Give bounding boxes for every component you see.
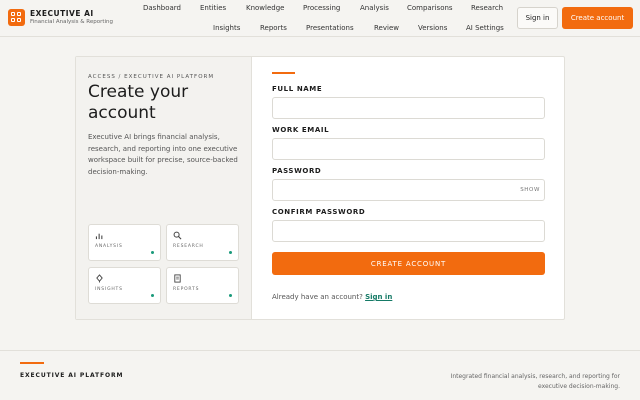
feature-tile-insights: INSIGHTS — [88, 267, 161, 304]
nav-dashboard[interactable]: Dashboard — [143, 4, 181, 12]
tile-label: INSIGHTS — [95, 287, 123, 292]
nav-research[interactable]: Research — [471, 4, 503, 12]
sign-in-prompt: Already have an account? Sign in — [272, 293, 392, 301]
lightbulb-icon — [96, 274, 103, 283]
status-dot — [151, 294, 154, 297]
intro-panel: ACCESS / EXECUTIVE AI PLATFORM Create yo… — [76, 57, 252, 319]
feature-tile-analysis: ANALYSIS — [88, 224, 161, 261]
nav-entities[interactable]: Entities — [200, 4, 226, 12]
logo-icon[interactable] — [8, 9, 25, 26]
document-icon — [174, 274, 181, 283]
search-icon — [173, 231, 182, 240]
footer-name: EXECUTIVE AI PLATFORM — [20, 372, 124, 379]
status-dot — [229, 294, 232, 297]
work-email-field[interactable] — [272, 138, 545, 160]
footer-accent-bar — [20, 362, 44, 364]
footer: EXECUTIVE AI PLATFORM Integrated financi… — [0, 350, 640, 400]
nav-presentations[interactable]: Presentations — [306, 24, 354, 32]
feature-tile-research: RESEARCH — [166, 224, 239, 261]
status-dot — [151, 251, 154, 254]
brand-subtitle: Financial Analysis & Reporting — [30, 19, 114, 25]
nav-knowledge[interactable]: Knowledge — [246, 4, 284, 12]
nav-insights[interactable]: Insights — [213, 24, 240, 32]
nav-comparisons[interactable]: Comparisons — [407, 4, 453, 12]
signup-card: ACCESS / EXECUTIVE AI PLATFORM Create yo… — [75, 56, 565, 320]
already-text: Already have an account? — [272, 293, 363, 301]
nav-ai-settings[interactable]: AI Settings — [466, 24, 504, 32]
nav-review[interactable]: Review — [374, 24, 399, 32]
page-title: Create your account — [88, 82, 189, 123]
create-account-button[interactable]: CREATE ACCOUNT — [272, 252, 545, 275]
full-name-field[interactable] — [272, 97, 545, 119]
top-header: EXECUTIVE AI Financial Analysis & Report… — [0, 0, 640, 37]
confirm-password-label: CONFIRM PASSWORD — [272, 208, 366, 216]
confirm-password-field[interactable] — [272, 220, 545, 242]
footer-tagline: Integrated financial analysis, research,… — [450, 373, 620, 390]
intro-description: Executive AI brings financial analysis, … — [88, 133, 238, 176]
eyebrow: ACCESS / EXECUTIVE AI PLATFORM — [88, 74, 215, 80]
password-label: PASSWORD — [272, 167, 322, 175]
bar-chart-icon — [95, 233, 103, 240]
header-create-account-button[interactable]: Create account — [562, 7, 633, 29]
brand-name: EXECUTIVE AI — [30, 9, 94, 18]
tile-label: ANALYSIS — [95, 244, 123, 249]
status-dot — [229, 251, 232, 254]
nav-reports[interactable]: Reports — [260, 24, 287, 32]
nav-versions[interactable]: Versions — [418, 24, 447, 32]
full-name-label: FULL NAME — [272, 85, 323, 93]
tile-label: RESEARCH — [173, 244, 204, 249]
nav-analysis[interactable]: Analysis — [360, 4, 389, 12]
header-sign-in-button[interactable]: Sign in — [517, 7, 558, 29]
show-password-button[interactable]: SHOW — [520, 187, 540, 193]
form-accent-bar — [272, 72, 295, 74]
sign-in-link[interactable]: Sign in — [365, 293, 392, 301]
work-email-label: WORK EMAIL — [272, 126, 330, 134]
nav-processing[interactable]: Processing — [303, 4, 340, 12]
feature-tile-reports: REPORTS — [166, 267, 239, 304]
password-field[interactable]: SHOW — [272, 179, 545, 201]
tile-label: REPORTS — [173, 287, 200, 292]
